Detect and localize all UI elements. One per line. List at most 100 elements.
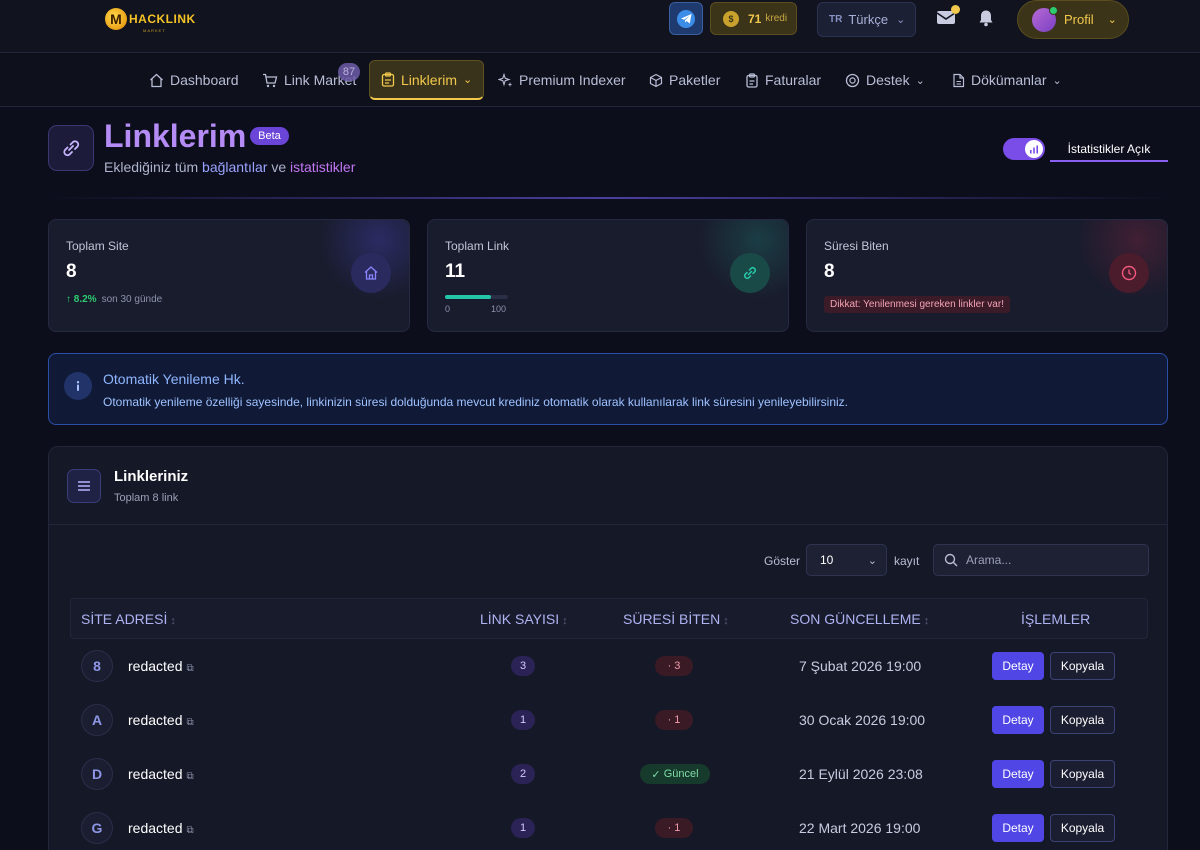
mail-icon[interactable] — [936, 5, 960, 25]
copy-button[interactable]: Kopyala — [1050, 652, 1115, 680]
subtitle-mid: ve — [271, 159, 287, 175]
site-link[interactable]: redacted ⧉ — [128, 820, 194, 836]
copy-button[interactable]: Kopyala — [1050, 760, 1115, 788]
links-panel: Linkleriniz Toplam 8 link Göster 10 ⌄ ka… — [48, 446, 1168, 850]
support-icon — [845, 73, 860, 87]
stat-label: Süresi Biten — [824, 239, 889, 253]
stat-card-total-sites: Toplam Site 8 ↑ 8.2% son 30 günde — [48, 219, 410, 332]
hacklink-logo[interactable]: M HACKLINK MARKET — [105, 8, 196, 33]
coin-icon: $ — [723, 10, 739, 27]
document-icon — [953, 73, 965, 87]
detail-button[interactable]: Detay — [992, 760, 1044, 788]
last-updated: 7 Şubat 2026 19:00 — [799, 658, 922, 674]
chevron-down-icon: ⌄ — [1052, 74, 1062, 87]
page-title: Linklerim — [104, 118, 247, 154]
credit-unit: kredi — [765, 13, 788, 24]
last-updated: 21 Eylül 2026 23:08 — [799, 766, 923, 782]
link-count-badge: 1 — [511, 710, 535, 730]
nav-premium-indexer[interactable]: Premium Indexer — [498, 60, 626, 100]
link-icon — [730, 253, 770, 293]
col-link-count[interactable]: LİNK SAYISI ↕ — [480, 611, 568, 627]
detail-button[interactable]: Detay — [992, 814, 1044, 842]
subtitle-link-istatistikler[interactable]: istatistikler — [290, 159, 355, 175]
nav-dashboard[interactable]: Dashboard — [149, 60, 239, 100]
beta-badge: Beta — [250, 127, 289, 145]
info-text: Otomatik yenileme özelliği sayesinde, li… — [103, 395, 849, 409]
home-icon — [351, 253, 391, 293]
stat-trend: ↑ 8.2% son 30 günde — [66, 294, 163, 305]
stat-label: Toplam Site — [66, 239, 129, 253]
link-count-badge: 1 — [511, 818, 535, 838]
logo-subtext: MARKET — [143, 28, 166, 33]
subtitle-link-baglantilar[interactable]: bağlantılar — [202, 159, 267, 175]
detail-button[interactable]: Detay — [992, 652, 1044, 680]
avatar — [1032, 5, 1058, 32]
page-size-value: 10 — [820, 553, 834, 567]
external-link-icon[interactable]: ⧉ — [186, 771, 193, 782]
table-row: A redacted ⧉ 1 · 1 30 Ocak 2026 19:00 Det… — [70, 693, 1148, 747]
expiry-warning: Dikkat: Yenilenmesi gereken linkler var! — [824, 296, 1010, 313]
site-link[interactable]: redacted ⧉ — [128, 766, 194, 782]
link-count-badge: 2 — [511, 764, 535, 784]
language-label: Türkçe — [848, 12, 889, 27]
site-link[interactable]: redacted ⧉ — [128, 712, 194, 728]
search-input[interactable] — [966, 553, 1136, 567]
language-selector[interactable]: TR Türkçe ⌄ — [817, 2, 916, 37]
external-link-icon[interactable]: ⧉ — [186, 663, 193, 674]
nav-destek[interactable]: Destek ⌄ — [845, 60, 925, 100]
table-row: G redacted ⧉ 1 · 1 22 Mart 2026 19:00 Det… — [70, 801, 1148, 850]
clock-icon — [1109, 253, 1149, 293]
language-code: TR — [829, 14, 843, 25]
package-icon — [649, 73, 663, 87]
nav-faturalar[interactable]: Faturalar — [745, 60, 821, 100]
last-updated: 22 Mart 2026 19:00 — [799, 820, 921, 836]
page-subtitle: Eklediğiniz tüm bağlantılar ve istatisti… — [104, 159, 355, 175]
stats-toggle[interactable] — [1003, 138, 1045, 160]
logo-m-icon: M — [105, 8, 127, 30]
stat-card-expired: Süresi Biten 8 Dikkat: Yenilenmesi gerek… — [806, 219, 1168, 332]
col-updated[interactable]: SON GÜNCELLEME ↕ — [790, 611, 929, 627]
copy-button[interactable]: Kopyala — [1050, 814, 1115, 842]
nav-label: Dashboard — [170, 72, 239, 88]
bell-icon[interactable] — [977, 9, 995, 27]
links-table: SİTE ADRESİ ↕ LİNK SAYISI ↕ SÜRESİ BİTEN ↕ … — [70, 598, 1148, 850]
nav-dokumanlar[interactable]: Dökümanlar ⌄ — [952, 60, 1062, 100]
expired-badge: · 3 — [655, 656, 693, 676]
table-row: D redacted ⧉ 2 ✓ Güncel 21 Eylül 2026 23:… — [70, 747, 1148, 801]
stat-label: Toplam Link — [445, 239, 510, 253]
home-icon — [150, 73, 163, 87]
external-link-icon[interactable]: ⧉ — [186, 825, 193, 836]
clipboard-icon — [381, 72, 395, 87]
profile-menu[interactable]: Profil ⌄ — [1017, 0, 1129, 39]
search-box[interactable] — [933, 544, 1149, 576]
col-expired[interactable]: SÜRESİ BİTEN ↕ — [623, 611, 729, 627]
link-progress-bar — [445, 295, 508, 299]
detail-button[interactable]: Detay — [992, 706, 1044, 734]
sparkle-icon — [498, 72, 513, 87]
profile-label: Profil — [1064, 12, 1094, 27]
nav-linklerim[interactable]: Linklerim ⌄ — [369, 60, 485, 100]
page-size-select[interactable]: 10 ⌄ — [806, 544, 887, 576]
nav-label: Dökümanlar — [971, 72, 1047, 88]
telegram-button[interactable] — [669, 2, 703, 35]
credit-balance[interactable]: $ 71 kredi — [710, 2, 797, 35]
records-label: kayıt — [894, 554, 920, 568]
nav-label: Paketler — [669, 72, 721, 88]
cart-icon — [263, 73, 278, 87]
site-initial: 8 — [81, 650, 113, 682]
stats-toggle-label[interactable]: İstatistikler Açık — [1050, 138, 1168, 162]
site-initial: D — [81, 758, 113, 790]
expired-badge: · 1 — [655, 710, 693, 730]
site-initial: G — [81, 812, 113, 844]
nav-label: Premium Indexer — [519, 72, 626, 88]
copy-button[interactable]: Kopyala — [1050, 706, 1115, 734]
col-site[interactable]: SİTE ADRESİ ↕ — [81, 611, 176, 627]
chevron-down-icon: ⌄ — [915, 74, 925, 87]
list-icon — [67, 469, 101, 503]
nav-paketler[interactable]: Paketler — [649, 60, 720, 100]
status-badge-current: ✓ Güncel — [640, 764, 710, 784]
site-link[interactable]: redacted ⧉ — [128, 658, 194, 674]
nav-label: Faturalar — [765, 72, 822, 88]
progress-min: 0 — [445, 304, 451, 314]
external-link-icon[interactable]: ⧉ — [186, 717, 193, 728]
